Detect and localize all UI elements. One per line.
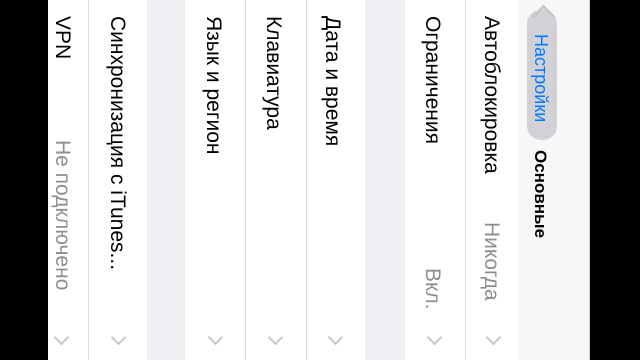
date-time-label: Дата и время	[321, 16, 344, 147]
vpn-label: VPN	[51, 16, 74, 60]
auto-lock-value: Никогда	[480, 222, 503, 301]
restrictions-label: Ограничения	[421, 16, 444, 144]
auto-lock-label: Автоблокировка	[480, 16, 503, 174]
letterbox-left	[0, 0, 48, 360]
language-region-label: Язык и регион	[202, 16, 225, 155]
itunes-sync-label: Синхронизация с iTunes...	[106, 16, 129, 271]
vpn-status: Не подключено	[51, 140, 74, 291]
section-gap	[365, 0, 405, 360]
keyboard-label: Клавиатура	[262, 16, 285, 130]
restrictions-value: Вкл.	[421, 268, 444, 310]
section-gap	[147, 0, 185, 360]
letterbox-right	[589, 0, 640, 360]
back-button-label[interactable]: Настройки	[531, 34, 551, 122]
page-title: Основные	[531, 150, 550, 239]
